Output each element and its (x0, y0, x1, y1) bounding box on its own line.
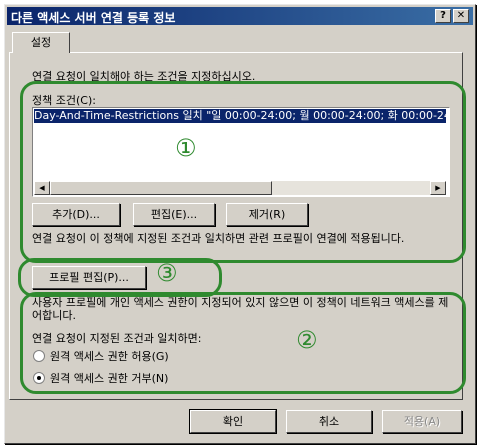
annotation-marker-3: ③ (156, 259, 178, 287)
tab-settings[interactable]: 설정 (12, 32, 70, 53)
apply-button[interactable]: 적용(A) (382, 410, 462, 433)
help-button[interactable]: ? (435, 9, 451, 23)
dialog-title: 다른 액세스 서버 연결 등록 정보 (11, 11, 176, 25)
title-bar: 다른 액세스 서버 연결 등록 정보 ? ✕ (7, 7, 473, 25)
ok-button[interactable]: 확인 (189, 409, 277, 434)
close-button[interactable]: ✕ (453, 9, 469, 23)
annotation-marker-2: ② (296, 326, 318, 354)
annotation-marker-1: ① (175, 134, 197, 162)
cancel-button[interactable]: 취소 (286, 410, 372, 433)
annotation-box-1 (20, 81, 466, 263)
annotation-box-2 (20, 292, 466, 394)
